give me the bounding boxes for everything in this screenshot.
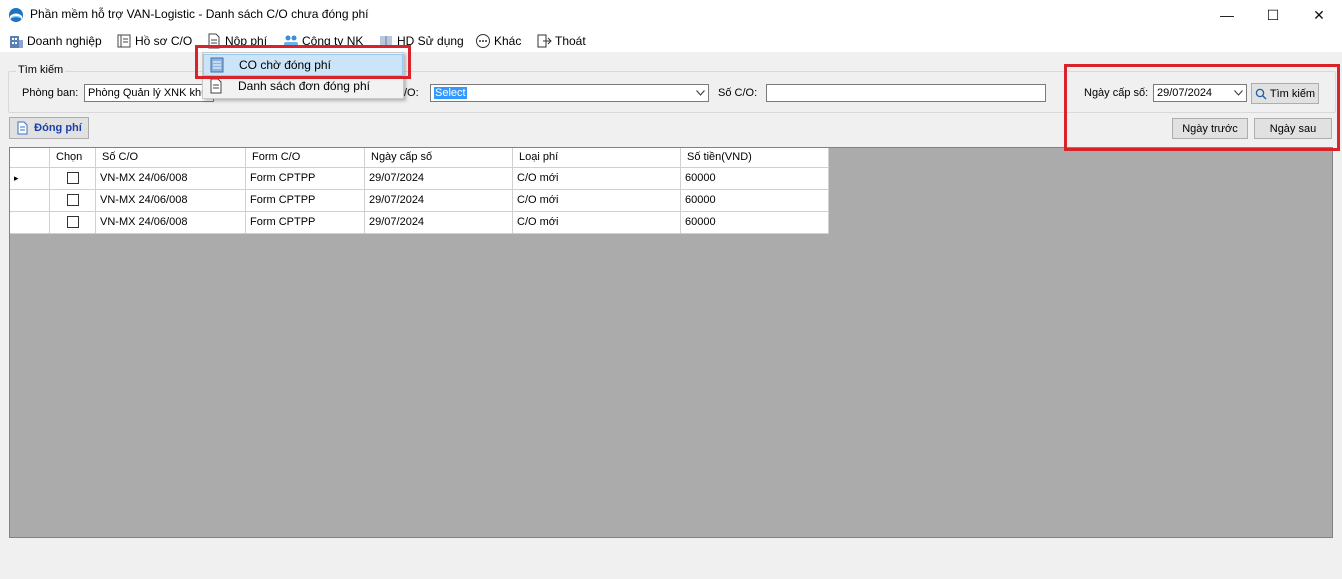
- cell-so-co[interactable]: VN-MX 24/06/008: [96, 212, 246, 234]
- issue-date-value: 29/07/2024: [1157, 87, 1213, 99]
- book-icon: [380, 36, 392, 46]
- window-title: Phần mềm hỗ trợ VAN-Logistic - Danh sách…: [30, 7, 369, 21]
- minimize-icon: —: [1220, 7, 1234, 23]
- cell-form-co[interactable]: Form CPTPP: [246, 212, 365, 234]
- column-header-so-co[interactable]: Số C/O: [96, 148, 246, 168]
- row-checkbox[interactable]: [67, 172, 79, 184]
- menu-item-danh-sach-don-dong-phi[interactable]: Danh sách đơn đóng phí: [203, 75, 403, 97]
- column-header-loai-phi[interactable]: Loại phí: [513, 148, 681, 168]
- co-number-input[interactable]: [766, 84, 1046, 102]
- menu-item-cong-ty-nk[interactable]: Công ty NK: [283, 32, 363, 50]
- cell-loai-phi[interactable]: C/O mới: [513, 212, 681, 234]
- cell-so-tien[interactable]: 60000: [681, 212, 829, 234]
- app-logo-icon: [9, 8, 23, 22]
- cell-loai-phi[interactable]: C/O mới: [513, 190, 681, 212]
- company-icon: [284, 35, 298, 48]
- row-header-corner: [10, 148, 50, 168]
- row-checkbox[interactable]: [67, 216, 79, 228]
- document-list-icon: [210, 78, 222, 94]
- maximize-icon: ☐: [1266, 6, 1280, 23]
- menu-item-doanh-nghiep[interactable]: Doanh nghiệp: [8, 32, 102, 50]
- co-type-selected-value: Select: [434, 87, 467, 99]
- menu-item-khac[interactable]: Khác: [475, 32, 521, 50]
- nop-phi-dropdown-menu: CO chờ đóng phí Danh sách đơn đóng phí: [202, 52, 404, 99]
- menu-item-ho-so-co[interactable]: Hồ sơ C/O: [116, 32, 192, 50]
- menu-label: HD Sử dụng: [397, 34, 464, 48]
- menu-label: Khác: [494, 34, 522, 48]
- cell-so-tien[interactable]: 60000: [681, 168, 829, 190]
- cell-form-co[interactable]: Form CPTPP: [246, 168, 365, 190]
- row-select-cell[interactable]: [50, 212, 96, 234]
- cell-form-co[interactable]: Form CPTPP: [246, 190, 365, 212]
- cell-so-tien[interactable]: 60000: [681, 190, 829, 212]
- menu-item-co-cho-dong-phi[interactable]: CO chờ đóng phí: [203, 54, 403, 76]
- menu-item-hd-su-dung[interactable]: HD Sử dụng: [378, 32, 464, 50]
- row-select-cell[interactable]: [50, 190, 96, 212]
- next-day-button[interactable]: Ngày sau: [1254, 118, 1332, 139]
- search-icon: [1255, 88, 1267, 99]
- co-type-select[interactable]: Select: [430, 84, 709, 102]
- department-select[interactable]: Phòng Quản lý XNK khu: [84, 84, 214, 102]
- folder-icon: [117, 34, 131, 48]
- search-button[interactable]: Tìm kiếm: [1251, 83, 1319, 104]
- menu-label: Hồ sơ C/O: [135, 34, 193, 48]
- cell-ngay-cap-so[interactable]: 29/07/2024: [365, 212, 513, 234]
- column-header-so-tien[interactable]: Số tiền(VND): [681, 148, 829, 168]
- issue-date-label: Ngày cấp số:: [1084, 87, 1149, 99]
- cell-loai-phi[interactable]: C/O mới: [513, 168, 681, 190]
- co-type-label: /O:: [404, 87, 419, 99]
- building-icon: [10, 36, 23, 48]
- column-header-ngay-cap-so[interactable]: Ngày cấp số: [365, 148, 513, 168]
- menu-bar: [0, 30, 1342, 52]
- pay-document-icon: [17, 121, 28, 135]
- pay-fee-button[interactable]: Đóng phí: [9, 117, 89, 139]
- row-header-cell: [10, 190, 50, 212]
- menu-label: Nộp phí: [225, 34, 268, 48]
- row-select-cell[interactable]: [50, 168, 96, 190]
- row-indicator-icon: ▸: [10, 168, 50, 190]
- column-header-chon[interactable]: Chọn: [50, 148, 96, 168]
- document-icon: [208, 33, 220, 49]
- dropdown-item-label: Danh sách đơn đóng phí: [238, 79, 370, 93]
- search-button-label: Tìm kiếm: [1269, 87, 1316, 100]
- menu-label: Thoát: [555, 34, 586, 48]
- maximize-button[interactable]: ☐: [1250, 0, 1296, 30]
- chevron-down-icon: [1234, 90, 1243, 96]
- more-icon: [476, 34, 490, 48]
- list-document-icon: [210, 57, 224, 73]
- menu-label: Doanh nghiệp: [27, 34, 102, 48]
- cell-ngay-cap-so[interactable]: 29/07/2024: [365, 190, 513, 212]
- minimize-button[interactable]: —: [1204, 0, 1250, 30]
- cell-ngay-cap-so[interactable]: 29/07/2024: [365, 168, 513, 190]
- close-icon: ✕: [1313, 6, 1325, 23]
- search-group-legend: Tìm kiếm: [16, 64, 66, 76]
- row-header-cell: [10, 212, 50, 234]
- close-button[interactable]: ✕: [1296, 0, 1342, 30]
- prev-day-button[interactable]: Ngày trước: [1172, 118, 1248, 139]
- cell-so-co[interactable]: VN-MX 24/06/008: [96, 190, 246, 212]
- column-header-form-co[interactable]: Form C/O: [246, 148, 365, 168]
- cell-so-co[interactable]: VN-MX 24/06/008: [96, 168, 246, 190]
- chevron-down-icon: [696, 90, 705, 96]
- department-label: Phòng ban:: [22, 87, 79, 99]
- menu-item-nop-phi[interactable]: Nộp phí: [206, 32, 267, 50]
- menu-label: Công ty NK: [302, 34, 364, 48]
- menu-item-thoat[interactable]: Thoát: [536, 32, 586, 50]
- pay-fee-button-label: Đóng phí: [34, 122, 82, 134]
- exit-icon: [537, 34, 552, 48]
- dropdown-item-label: CO chờ đóng phí: [239, 58, 331, 72]
- co-number-label: Số C/O:: [718, 87, 758, 99]
- row-checkbox[interactable]: [67, 194, 79, 206]
- issue-date-picker[interactable]: 29/07/2024: [1153, 84, 1247, 102]
